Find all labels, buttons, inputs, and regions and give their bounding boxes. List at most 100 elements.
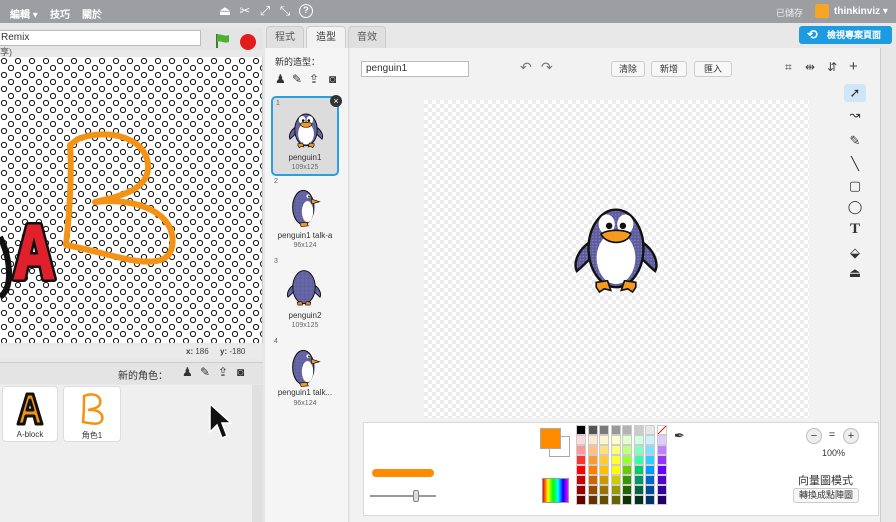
palette-swatch[interactable] bbox=[587, 425, 598, 435]
drawing-canvas[interactable] bbox=[424, 100, 809, 418]
import-button[interactable]: 匯入 bbox=[694, 61, 732, 77]
stamp-icon[interactable]: ⏏ bbox=[218, 4, 232, 18]
view-project-page-button[interactable]: ⟲ 檢視專案頁面 bbox=[799, 26, 892, 44]
palette-swatch[interactable] bbox=[587, 435, 598, 445]
upload-costume-icon[interactable]: ⇪ bbox=[309, 72, 319, 86]
palette-swatch[interactable] bbox=[576, 485, 586, 495]
palette-swatch[interactable] bbox=[599, 445, 609, 455]
rectangle-tool-icon[interactable]: ▢ bbox=[844, 177, 866, 195]
palette-swatch[interactable] bbox=[599, 425, 609, 435]
costume-name-input[interactable]: penguin1 bbox=[361, 61, 469, 77]
editor-scrollbar[interactable] bbox=[880, 48, 896, 522]
penguin-costume-drawing[interactable] bbox=[572, 193, 660, 295]
crop-icon[interactable]: ⌗ bbox=[785, 60, 792, 75]
fill-tool-icon[interactable]: ⬙ bbox=[844, 244, 866, 262]
palette-swatch[interactable] bbox=[576, 455, 586, 465]
palette-swatch[interactable] bbox=[622, 435, 632, 445]
upload-sprite-icon[interactable]: ⇪ bbox=[218, 365, 228, 379]
undo-icon[interactable]: ↶ bbox=[520, 59, 532, 76]
palette-swatch[interactable] bbox=[656, 465, 667, 475]
palette-swatch[interactable] bbox=[576, 445, 586, 455]
project-name-input[interactable]: Remix bbox=[0, 30, 201, 46]
camera-sprite-icon[interactable]: ◙ bbox=[237, 365, 244, 379]
palette-swatch[interactable] bbox=[656, 485, 667, 495]
flip-vertical-icon[interactable]: ⇵ bbox=[827, 60, 837, 74]
tab-sounds[interactable]: 音效 bbox=[348, 26, 386, 48]
palette-swatch[interactable] bbox=[587, 485, 598, 495]
palette-swatch[interactable] bbox=[645, 455, 655, 465]
palette-swatch[interactable] bbox=[633, 435, 644, 445]
palette-swatch[interactable] bbox=[645, 465, 655, 475]
costume-item-1[interactable]: 1 × penguin1 109x125 bbox=[271, 95, 342, 176]
palette-swatch[interactable] bbox=[622, 455, 632, 465]
primary-color-swatch[interactable] bbox=[540, 428, 561, 449]
palette-swatch[interactable] bbox=[576, 435, 586, 445]
palette-swatch[interactable] bbox=[599, 455, 609, 465]
palette-swatch[interactable] bbox=[622, 465, 632, 475]
palette-swatch[interactable] bbox=[622, 425, 632, 435]
palette-swatch[interactable] bbox=[645, 435, 655, 445]
palette-swatch[interactable] bbox=[656, 495, 667, 505]
username-menu[interactable]: thinkinviz ▾ bbox=[834, 6, 888, 17]
palette-swatch[interactable] bbox=[587, 465, 598, 475]
palette-swatch[interactable] bbox=[622, 495, 632, 505]
palette-swatch[interactable] bbox=[599, 485, 609, 495]
palette-swatch[interactable] bbox=[645, 445, 655, 455]
palette-swatch[interactable] bbox=[656, 455, 667, 465]
palette-swatch[interactable] bbox=[633, 455, 644, 465]
palette-swatch[interactable] bbox=[622, 485, 632, 495]
ellipse-tool-icon[interactable]: ◯ bbox=[844, 198, 866, 216]
costume-item-3[interactable]: 3 penguin2 109x125 bbox=[271, 256, 339, 336]
pencil-tool-icon[interactable]: ✎ bbox=[844, 132, 866, 150]
zoom-reset-icon[interactable]: = bbox=[824, 428, 840, 444]
palette-swatch[interactable] bbox=[576, 475, 586, 485]
palette-swatch[interactable] bbox=[599, 465, 609, 475]
palette-swatch[interactable] bbox=[645, 475, 655, 485]
palette-swatch[interactable] bbox=[633, 485, 644, 495]
palette-swatch[interactable] bbox=[633, 445, 644, 455]
palette-swatch[interactable] bbox=[645, 425, 655, 435]
sprite-scrollbar[interactable] bbox=[252, 385, 263, 522]
palette-swatch[interactable] bbox=[576, 425, 586, 435]
palette-swatch[interactable] bbox=[633, 495, 644, 505]
palette-swatch[interactable] bbox=[576, 495, 586, 505]
clear-button[interactable]: 清除 bbox=[611, 61, 645, 77]
palette-swatch[interactable] bbox=[587, 495, 598, 505]
palette-swatch[interactable] bbox=[645, 485, 655, 495]
stroke-width-slider-knob[interactable] bbox=[413, 490, 419, 502]
palette-swatch[interactable] bbox=[633, 465, 644, 475]
costume-item-4[interactable]: 4 penguin1 talk... 96x124 bbox=[271, 336, 339, 416]
tab-scripts[interactable]: 程式 bbox=[266, 26, 304, 48]
palette-swatch[interactable] bbox=[610, 475, 621, 485]
menu-edit[interactable]: 編輯 ▾ bbox=[10, 6, 38, 21]
stage-canvas[interactable] bbox=[0, 57, 263, 343]
paint-sprite-icon[interactable]: ✎ bbox=[200, 365, 210, 379]
palette-swatch[interactable] bbox=[610, 445, 621, 455]
avatar[interactable] bbox=[815, 4, 829, 18]
cut-icon[interactable]: ✂ bbox=[238, 4, 252, 18]
palette-swatch[interactable] bbox=[633, 475, 644, 485]
palette-swatch[interactable] bbox=[622, 475, 632, 485]
stamp-tool-icon[interactable]: ⏏ bbox=[844, 264, 866, 282]
palette-swatch[interactable] bbox=[610, 435, 621, 445]
palette-swatch[interactable] bbox=[656, 445, 667, 455]
flip-horizontal-icon[interactable]: ⇹ bbox=[805, 60, 815, 74]
tab-costumes[interactable]: 造型 bbox=[306, 26, 346, 48]
text-tool-icon[interactable]: T bbox=[844, 220, 866, 238]
zoom-in-icon[interactable]: + bbox=[843, 428, 859, 444]
line-tool-icon[interactable]: ╲ bbox=[844, 155, 866, 173]
palette-swatch[interactable] bbox=[599, 435, 609, 445]
palette-swatch[interactable] bbox=[610, 455, 621, 465]
camera-costume-icon[interactable]: ◙ bbox=[329, 72, 336, 86]
costume-library-icon[interactable]: ♟ bbox=[275, 72, 286, 86]
menu-tips[interactable]: 技巧 bbox=[50, 6, 70, 21]
palette-swatch[interactable] bbox=[656, 475, 667, 485]
green-flag-icon[interactable] bbox=[214, 33, 232, 49]
sprite-thumb-sprite1[interactable]: 角色1 bbox=[63, 386, 121, 442]
palette-swatch[interactable] bbox=[610, 425, 621, 435]
stroke-width-slider[interactable] bbox=[370, 495, 436, 497]
palette-swatch[interactable] bbox=[576, 465, 586, 475]
palette-swatch[interactable] bbox=[656, 435, 667, 445]
color-picker-gradient-button[interactable] bbox=[542, 478, 569, 503]
palette-swatch[interactable] bbox=[633, 425, 644, 435]
